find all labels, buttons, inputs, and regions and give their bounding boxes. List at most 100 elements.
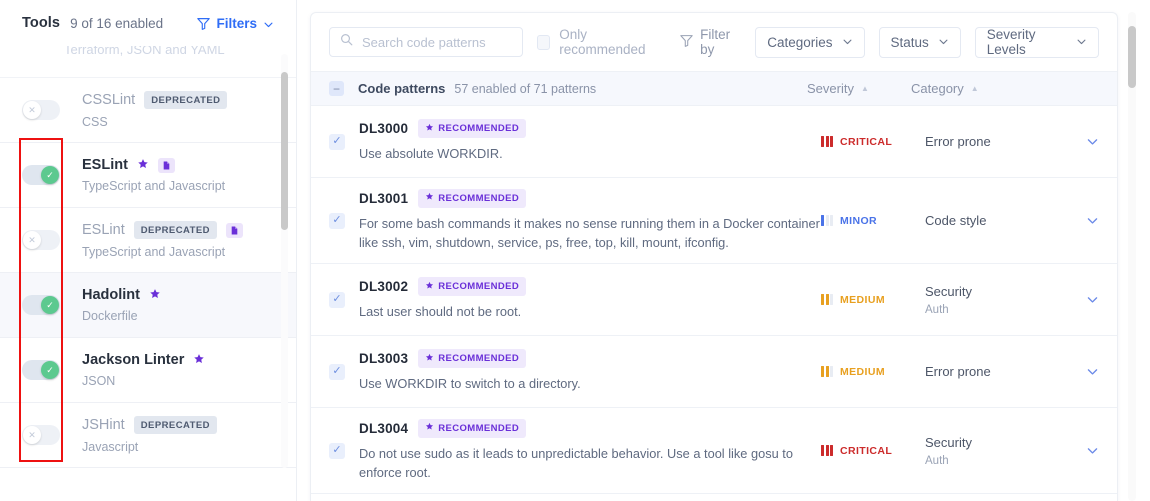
sidebar-title: Tools bbox=[22, 15, 61, 31]
severity-bars-icon bbox=[821, 445, 833, 456]
only-recommended-toggle[interactable]: Only recommended bbox=[536, 27, 664, 57]
pattern-id-line: DL3000 RECOMMENDED bbox=[359, 119, 821, 139]
deprecated-badge: DEPRECATED bbox=[133, 416, 217, 434]
recommended-badge: RECOMMENDED bbox=[418, 277, 527, 297]
pattern-id: DL3004 bbox=[359, 420, 409, 436]
severity-cell: MINOR bbox=[821, 215, 925, 227]
expand-row-chevron-icon[interactable] bbox=[1073, 365, 1099, 378]
column-header-category-label: Category bbox=[911, 81, 964, 96]
sidebar-faded-row: Terraform, JSON and YAML bbox=[0, 46, 296, 78]
recommended-badge: RECOMMENDED bbox=[418, 349, 527, 369]
pattern-checkbox[interactable]: ✓ bbox=[329, 363, 345, 380]
tool-language: JSON bbox=[82, 374, 116, 388]
tool-info: ESLint DEPRECATED TypeScript and Javascrip… bbox=[82, 221, 243, 259]
pattern-row[interactable]: ✓ DL3003 RECOMMENDED Use WORKDIR to switch … bbox=[311, 336, 1117, 408]
sidebar-tool-row[interactable]: ✕ CSSLint DEPRECATED CSS bbox=[0, 78, 296, 143]
pattern-row[interactable]: ✓ DL3004 RECOMMENDED Do not use sudo as it … bbox=[311, 408, 1117, 494]
tool-enable-toggle[interactable]: ✓ bbox=[22, 165, 60, 185]
dropdown-severity-levels[interactable]: Severity Levels bbox=[974, 26, 1100, 58]
severity-label: MEDIUM bbox=[840, 293, 885, 306]
search-icon bbox=[340, 33, 353, 51]
pattern-checkbox[interactable]: ✓ bbox=[329, 133, 345, 150]
patterns-rows: ✓ DL3000 RECOMMENDED Use absolute WORKDIR. C… bbox=[311, 106, 1117, 494]
close-icon: ✕ bbox=[23, 101, 41, 119]
tool-name: CSSLint bbox=[82, 92, 136, 108]
star-icon bbox=[425, 123, 434, 135]
search-code-patterns[interactable] bbox=[329, 27, 523, 57]
expand-row-chevron-icon[interactable] bbox=[1073, 135, 1099, 148]
recommended-badge-label: RECOMMENDED bbox=[438, 281, 520, 293]
pattern-id-line: DL3003 RECOMMENDED bbox=[359, 349, 821, 369]
pattern-id: DL3003 bbox=[359, 351, 409, 367]
pattern-row[interactable]: ✓ DL3000 RECOMMENDED Use absolute WORKDIR. C… bbox=[311, 106, 1117, 178]
only-recommended-checkbox[interactable] bbox=[536, 34, 551, 50]
dropdown-categories[interactable]: Categories bbox=[755, 26, 865, 58]
sort-ascending-icon: ▲ bbox=[860, 83, 869, 93]
tool-info: Hadolint Dockerfile bbox=[82, 287, 161, 323]
severity-label: MEDIUM bbox=[840, 365, 885, 378]
severity-cell: MEDIUM bbox=[821, 366, 925, 378]
tool-info: JSHint DEPRECATED Javascript bbox=[82, 416, 217, 454]
search-input[interactable] bbox=[362, 34, 512, 50]
deprecated-badge: DEPRECATED bbox=[133, 221, 217, 239]
expand-row-chevron-icon[interactable] bbox=[1073, 293, 1099, 306]
select-all-checkbox[interactable]: − bbox=[329, 81, 344, 96]
pattern-checkbox[interactable]: ✓ bbox=[329, 291, 345, 308]
sidebar-tool-row[interactable]: ✓ ESLint TypeScript and Javascript bbox=[0, 143, 296, 208]
tool-language: Javascript bbox=[82, 440, 139, 454]
tool-name: Hadolint bbox=[82, 287, 140, 303]
pattern-id: DL3000 bbox=[359, 121, 409, 137]
sidebar-divider bbox=[296, 0, 297, 501]
tools-list: Terraform, JSON and YAML ✕ CSSLint DEPRECA… bbox=[0, 46, 296, 468]
pattern-checkbox[interactable]: ✓ bbox=[329, 442, 345, 459]
category-label: Security bbox=[925, 434, 972, 450]
tool-language: CSS bbox=[82, 115, 108, 129]
patterns-table-header: − Code patterns 57 enabled of 71 pattern… bbox=[311, 71, 1117, 106]
sidebar-scrollbar-thumb[interactable] bbox=[281, 72, 288, 230]
pattern-row[interactable]: ✓ DL3002 RECOMMENDED Last user should not b… bbox=[311, 264, 1117, 336]
tool-info: ESLint TypeScript and Javascript bbox=[82, 157, 225, 193]
star-icon bbox=[193, 353, 205, 367]
tool-enable-toggle[interactable]: ✓ bbox=[22, 360, 60, 380]
sidebar-tool-row[interactable]: ✓ Jackson Linter JSON bbox=[0, 338, 296, 403]
severity-label: CRITICAL bbox=[840, 135, 893, 148]
pattern-description: For some bash commands it makes no sense… bbox=[359, 215, 820, 250]
pattern-row[interactable]: ✓ DL3001 RECOMMENDED For some bash commands… bbox=[311, 178, 1117, 264]
star-icon bbox=[425, 353, 434, 365]
pattern-checkbox[interactable]: ✓ bbox=[329, 212, 345, 229]
category-cell: Code style bbox=[925, 213, 1073, 228]
column-header-severity[interactable]: Severity ▲ bbox=[807, 81, 869, 96]
recommended-badge-label: RECOMMENDED bbox=[438, 353, 520, 365]
dropdown-status-label: Status bbox=[890, 34, 929, 50]
tool-name-line: CSSLint DEPRECATED bbox=[82, 91, 228, 109]
sidebar-tool-row[interactable]: ✕ JSHint DEPRECATED Javascript bbox=[0, 403, 296, 468]
expand-row-chevron-icon[interactable] bbox=[1073, 214, 1099, 227]
tool-name-line: Hadolint bbox=[82, 287, 161, 303]
tool-enable-toggle[interactable]: ✕ bbox=[22, 100, 60, 120]
recommended-badge-label: RECOMMENDED bbox=[438, 192, 520, 204]
severity-bars-icon bbox=[821, 215, 833, 226]
pattern-id: DL3002 bbox=[359, 279, 409, 295]
severity-bars-icon bbox=[821, 136, 833, 147]
column-header-category[interactable]: Category ▲ bbox=[911, 81, 979, 96]
star-icon bbox=[425, 192, 434, 204]
sidebar-filters-button[interactable]: Filters bbox=[197, 16, 274, 31]
star-icon bbox=[149, 288, 161, 302]
expand-row-chevron-icon[interactable] bbox=[1073, 444, 1099, 457]
tool-enable-toggle[interactable]: ✕ bbox=[22, 425, 60, 445]
app-root: Tools 9 of 16 enabled Filters Terraform,… bbox=[0, 0, 1150, 501]
only-recommended-label: Only recommended bbox=[559, 27, 646, 57]
sidebar-faded-text: Terraform, JSON and YAML bbox=[64, 46, 225, 57]
tool-enable-toggle[interactable]: ✓ bbox=[22, 295, 60, 315]
category-cell: Security Auth bbox=[925, 435, 1073, 467]
sidebar-enabled-count: 9 of 16 enabled bbox=[70, 15, 164, 31]
sidebar-tool-row[interactable]: ✕ ESLint DEPRECATED TypeScript and Javascri… bbox=[0, 208, 296, 273]
tool-name-line: Jackson Linter bbox=[82, 352, 205, 368]
sidebar-tool-row[interactable]: ✓ Hadolint Dockerfile bbox=[0, 273, 296, 338]
tool-enable-toggle[interactable]: ✕ bbox=[22, 230, 60, 250]
main-scrollbar-thumb[interactable] bbox=[1128, 26, 1136, 88]
dropdown-status[interactable]: Status bbox=[878, 26, 961, 58]
filter-icon bbox=[197, 17, 211, 30]
pattern-description: Last user should not be root. bbox=[359, 304, 522, 320]
tool-language: TypeScript and Javascript bbox=[82, 245, 226, 259]
